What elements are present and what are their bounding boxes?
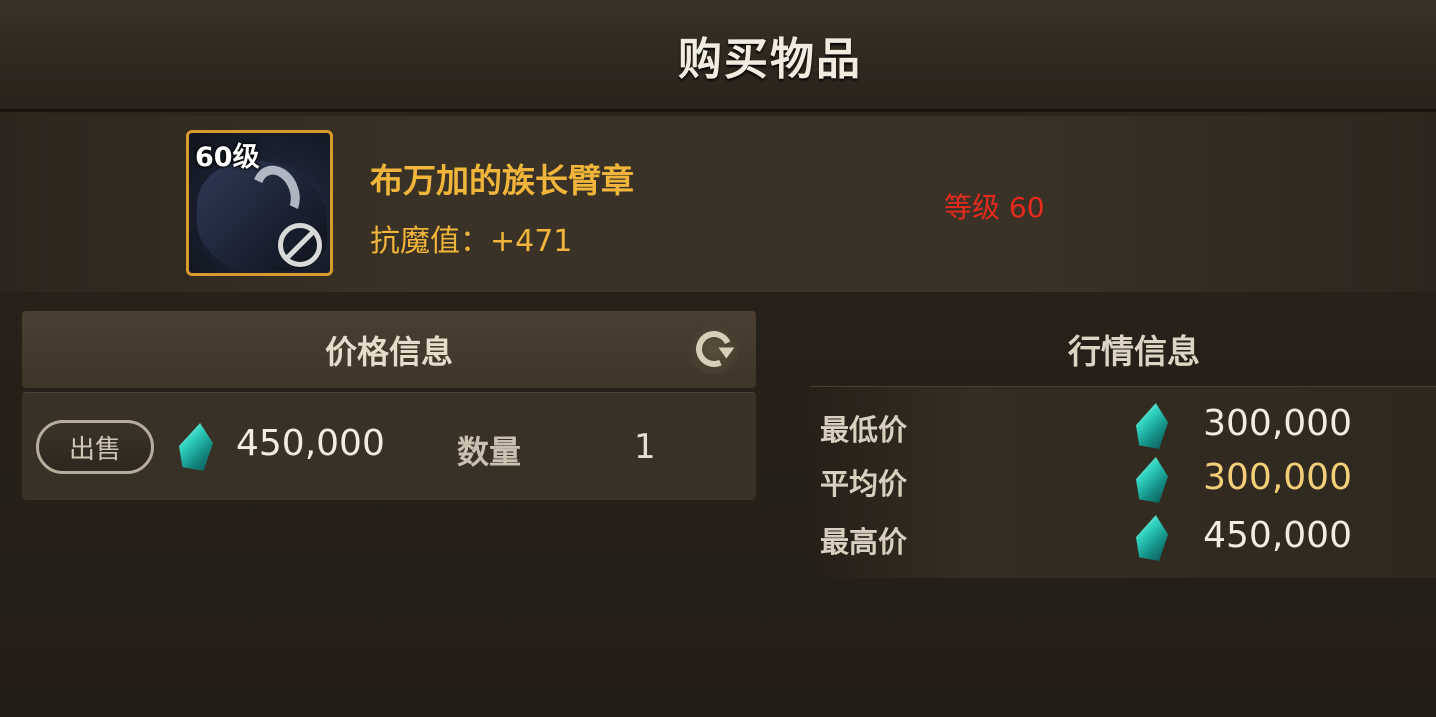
lowest-price-label: 最低价 — [820, 413, 908, 447]
crystal-gem-icon — [179, 423, 213, 471]
lowest-price-value: 300,000 — [1203, 403, 1352, 444]
item-name: 布万加的族长臂章 — [370, 161, 634, 200]
average-price-value: 300,000 — [1203, 457, 1352, 498]
quantity-label: 数量 — [457, 433, 522, 471]
market-info-panel: 最低价 300,000 平均价 300,000 最高价 450,000 — [810, 386, 1436, 578]
highest-price-value: 450,000 — [1203, 515, 1352, 556]
market-row-average: 平均价 300,000 — [810, 453, 1436, 507]
item-level-badge: 60级 — [195, 142, 260, 173]
buy-item-dialog: 购买物品 60级 布万加的族长臂章 抗魔值：+471 等级 60 价格信息 出售… — [0, 0, 1436, 717]
no-sell-icon — [278, 223, 322, 267]
price-info-title: 价格信息 — [324, 332, 453, 371]
crystal-gem-icon — [1136, 515, 1168, 561]
quantity-value: 1 — [634, 427, 656, 467]
listing-price: 450,000 — [236, 423, 385, 464]
average-price-label: 平均价 — [820, 467, 908, 501]
market-info-title: 行情信息 — [1068, 332, 1200, 371]
refresh-icon — [690, 325, 738, 373]
title-bar: 购买物品 — [0, 0, 1436, 112]
sell-button[interactable]: 出售 — [36, 420, 154, 474]
item-icon[interactable]: 60级 — [186, 130, 333, 276]
dialog-title: 购买物品 — [678, 33, 862, 85]
market-row-lowest: 最低价 300,000 — [810, 399, 1436, 453]
market-row-highest: 最高价 450,000 — [810, 511, 1436, 565]
crystal-gem-icon — [1136, 457, 1168, 503]
required-level: 等级 60 — [944, 191, 1045, 224]
crystal-gem-icon — [1136, 403, 1168, 449]
item-info-panel: 60级 布万加的族长臂章 抗魔值：+471 等级 60 — [0, 116, 1436, 292]
item-stat: 抗魔值：+471 — [370, 224, 573, 259]
price-info-header: 价格信息 — [22, 311, 756, 388]
refresh-button[interactable] — [688, 323, 740, 375]
price-listing-row: 出售 450,000 数量 1 — [22, 392, 756, 500]
highest-price-label: 最高价 — [820, 525, 908, 559]
